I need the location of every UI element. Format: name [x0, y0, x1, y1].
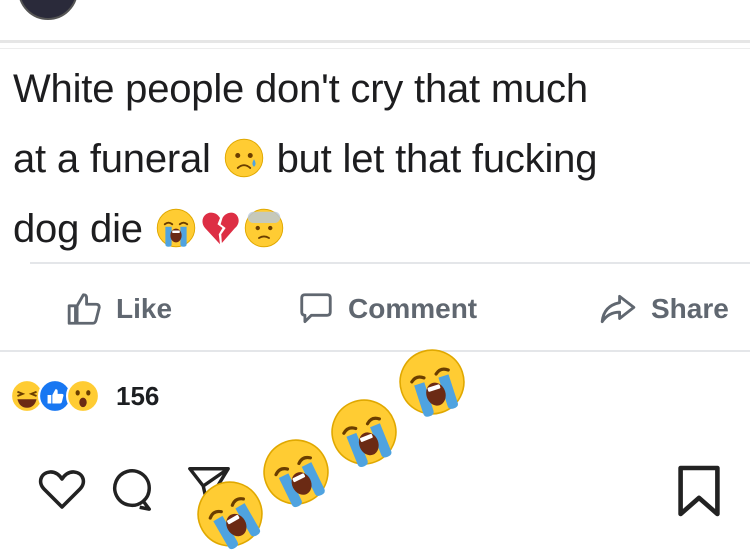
post-line-1: White people don't cry that much	[13, 67, 588, 111]
reaction-count: 156	[116, 380, 160, 411]
like-button[interactable]: Like	[66, 285, 172, 333]
post-text: White people don't cry that much at a fu…	[13, 54, 743, 264]
disappointed-relieved-emoji	[224, 138, 264, 178]
thumbs-up-icon	[67, 293, 101, 325]
like-label: Like	[116, 293, 173, 324]
post-line-3: dog die	[13, 194, 743, 264]
worried-emoji	[244, 208, 284, 248]
share-button[interactable]: Share	[597, 285, 729, 333]
divider	[0, 48, 750, 49]
instagram-action-bar	[0, 455, 750, 535]
bookmark-icon[interactable]	[676, 463, 722, 519]
post-line-2-start: at a funeral	[13, 137, 211, 181]
comment-icon	[300, 293, 332, 324]
comment-label: Comment	[348, 293, 478, 324]
loudly-crying-emoji	[156, 208, 196, 248]
share-label: Share	[651, 293, 729, 324]
wow-reaction-icon	[66, 379, 100, 413]
post-line-2-end: but let that fucking	[276, 137, 598, 181]
divider	[0, 350, 750, 352]
comment-icon[interactable]	[108, 467, 156, 513]
avatar[interactable]	[18, 0, 78, 20]
reactions-summary[interactable]: 156	[10, 374, 159, 418]
divider	[30, 262, 750, 264]
divider	[0, 40, 750, 43]
comment-button[interactable]: Comment	[296, 285, 477, 333]
loudly-crying-emoji	[389, 339, 475, 425]
post-actions-bar: Like Comment Share	[0, 285, 750, 335]
heart-icon[interactable]	[38, 467, 86, 511]
post-line-2: at a funeral but let that fucking	[13, 124, 743, 194]
post-line-3-text: dog die	[13, 207, 143, 251]
broken-heart-emoji	[200, 208, 240, 248]
share-icon	[600, 294, 636, 324]
